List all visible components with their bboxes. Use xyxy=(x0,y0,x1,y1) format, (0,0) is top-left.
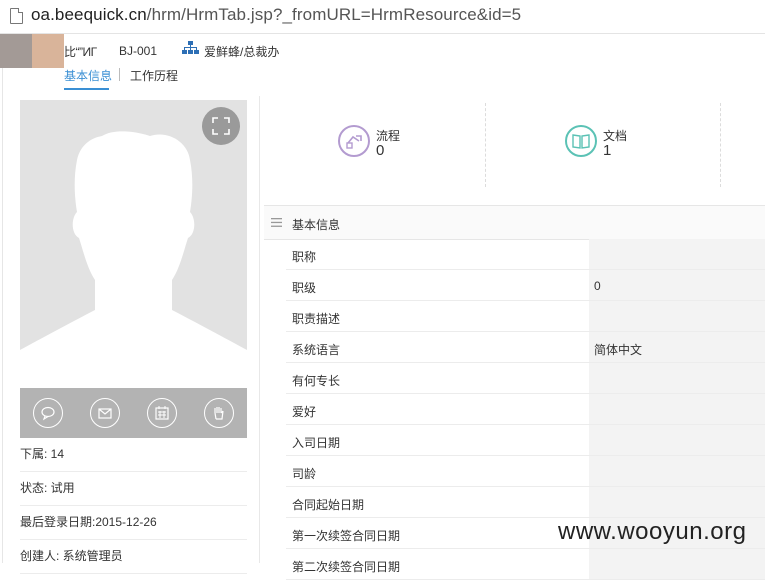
basic-info-section-header[interactable]: 基本信息 xyxy=(264,205,765,240)
field-row: 职责描述 xyxy=(286,301,765,332)
field-value xyxy=(589,456,765,486)
tab-work-history[interactable]: 工作历程 xyxy=(130,67,178,84)
message-icon xyxy=(41,406,55,421)
calendar-icon xyxy=(155,406,169,420)
book-icon xyxy=(565,125,597,157)
field-value xyxy=(589,301,765,331)
panel-divider xyxy=(259,96,260,563)
field-label: 职责描述 xyxy=(292,312,341,326)
message-button[interactable] xyxy=(33,398,64,428)
url-text[interactable]: oa.beequick.cn/hrm/HrmTab.jsp?_fromURL=H… xyxy=(31,5,521,25)
field-row: 爱好 xyxy=(286,394,765,425)
status-text: 状态: 试用 xyxy=(20,472,247,506)
email-icon xyxy=(98,408,112,419)
field-value xyxy=(589,363,765,393)
field-label: 第一次续签合同日期 xyxy=(292,529,401,543)
menu-lines-icon xyxy=(271,218,282,227)
field-value xyxy=(589,487,765,517)
field-row: 有何专长 xyxy=(286,363,765,394)
left-border xyxy=(2,68,3,563)
profile-panel: 下属: 14 状态: 试用 最后登录日期:2015-12-26 创建人: 系统管… xyxy=(20,100,247,574)
stat-divider xyxy=(720,103,721,187)
expand-icon xyxy=(212,117,230,135)
tab-separator xyxy=(119,68,120,81)
field-row: 入司日期 xyxy=(286,425,765,456)
field-label: 入司日期 xyxy=(292,436,341,450)
field-label: 职称 xyxy=(292,250,317,264)
email-button[interactable] xyxy=(90,398,121,428)
field-label: 司龄 xyxy=(292,467,317,481)
creator-text: 创建人: 系统管理员 xyxy=(20,540,247,574)
last-login-date: 最后登录日期:2015-12-26 xyxy=(20,506,247,540)
field-value xyxy=(589,239,765,269)
field-value: 0 xyxy=(589,270,765,300)
address-bar[interactable]: oa.beequick.cn/hrm/HrmTab.jsp?_fromURL=H… xyxy=(0,0,765,34)
field-row: 系统语言 简体中文 xyxy=(286,332,765,363)
hand-icon xyxy=(214,407,224,420)
tab-basic-info[interactable]: 基本信息 xyxy=(64,67,112,84)
avatar xyxy=(0,34,64,68)
field-label: 职级 xyxy=(292,281,317,295)
fullscreen-button[interactable] xyxy=(202,107,240,145)
field-label: 有何专长 xyxy=(292,374,341,388)
calendar-button[interactable] xyxy=(146,398,177,428)
action-bar xyxy=(20,388,247,438)
field-row: 职称 xyxy=(286,239,765,270)
field-row: 司龄 xyxy=(286,456,765,487)
employee-name: 比“”ИГ xyxy=(64,45,97,59)
field-label: 合同起始日期 xyxy=(292,498,365,512)
field-value: 简体中文 xyxy=(589,332,765,362)
profile-photo xyxy=(20,100,247,388)
field-label: 爱好 xyxy=(292,405,317,419)
workflow-icon xyxy=(338,125,370,157)
field-label: 系统语言 xyxy=(292,343,341,357)
field-value xyxy=(589,425,765,455)
field-row: 合同起始日期 xyxy=(286,487,765,518)
stat-documents-count: 1 xyxy=(603,142,612,159)
section-title: 基本信息 xyxy=(292,218,341,232)
field-row: 职级 0 xyxy=(286,270,765,301)
active-tab-indicator xyxy=(64,88,109,90)
org-path-link[interactable]: 爱鲜蜂/总裁办 xyxy=(204,43,279,60)
hand-button[interactable] xyxy=(203,398,234,428)
page-icon xyxy=(10,8,23,24)
watermark: www.wooyun.org xyxy=(558,518,747,545)
org-chart-icon xyxy=(182,41,199,54)
stat-workflow-count: 0 xyxy=(376,142,385,159)
subordinates-count[interactable]: 下属: 14 xyxy=(20,438,247,472)
field-value xyxy=(589,394,765,424)
field-row: 第二次续签合同日期 xyxy=(286,549,765,580)
stat-divider xyxy=(485,103,486,187)
employee-code: BJ-001 xyxy=(119,44,158,58)
field-label: 第二次续签合同日期 xyxy=(292,560,401,574)
field-value xyxy=(589,549,765,579)
